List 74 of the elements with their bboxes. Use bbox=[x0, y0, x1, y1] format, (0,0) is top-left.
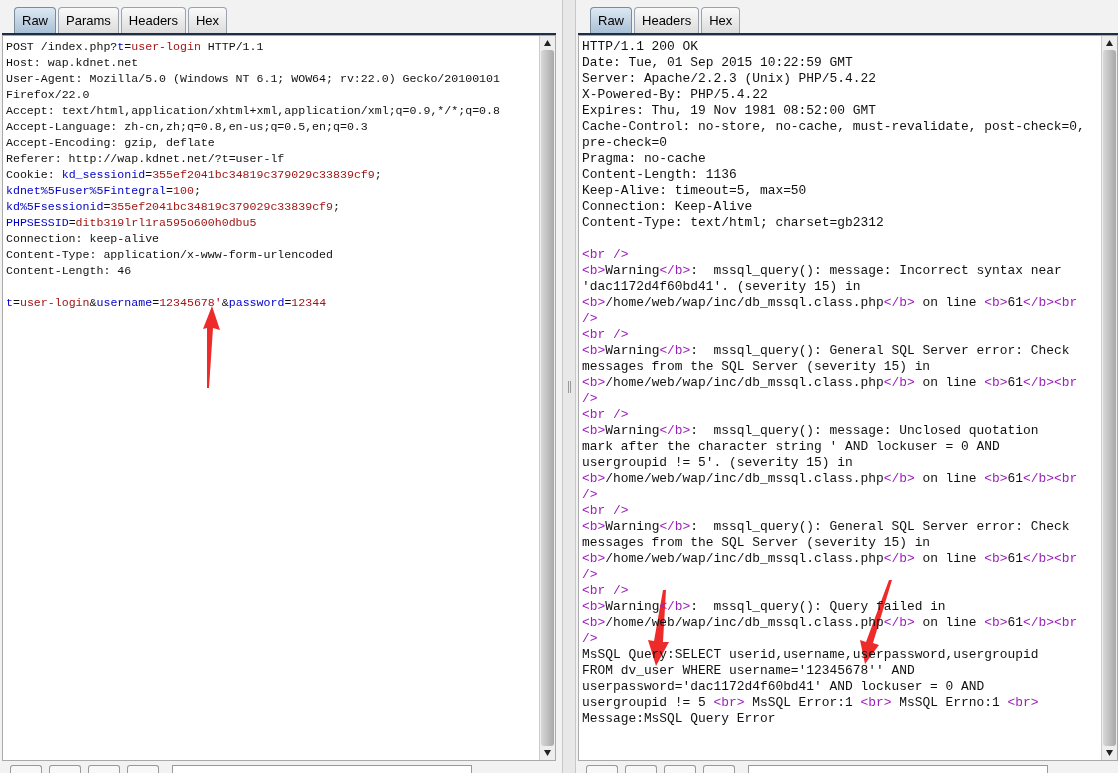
toolbar-button[interactable] bbox=[586, 765, 618, 773]
code-line: Firefox/22.0 bbox=[6, 87, 91, 103]
code-line: <b>Warning</b>: mssql_query(): message: Unclosed quotation bbox=[582, 423, 1040, 439]
code-line: Connection: Keep-Alive bbox=[582, 199, 754, 215]
toolbar-button[interactable] bbox=[127, 765, 159, 773]
code-line: <b>/home/web/wap/inc/db_mssql.class.php</b> on line <b>61</b><br bbox=[582, 551, 1079, 567]
code-line: Cookie: kd_sessionid=355ef2041bc34819c379029c33839cf9; bbox=[6, 167, 383, 183]
code-line: Date: Tue, 01 Sep 2015 10:22:59 GMT bbox=[582, 55, 854, 71]
search-field[interactable] bbox=[748, 765, 1048, 773]
code-line: Cache-Control: no-store, no-cache, must-revalidate, post-check=0, bbox=[582, 119, 1086, 135]
code-line: Content-Type: application/x-www-form-urlencoded bbox=[6, 247, 334, 263]
tab[interactable]: Hex bbox=[187, 7, 228, 33]
code-line: usergroupid != 5'. (severity 15) in bbox=[582, 455, 854, 471]
code-line: kdnet%5Fuser%5Fintegral=100; bbox=[6, 183, 202, 199]
tab[interactable]: Hex bbox=[701, 7, 741, 33]
code-line: Expires: Thu, 19 Nov 1981 08:52:00 GMT bbox=[582, 103, 877, 119]
code-line: <b>/home/web/wap/inc/db_mssql.class.php</b> on line <b>61</b><br bbox=[582, 375, 1079, 391]
code-line: Server: Apache/2.2.3 (Unix) PHP/5.4.22 bbox=[582, 71, 877, 87]
code-line: FROM dv_user WHERE username='12345678'' AND bbox=[582, 663, 916, 679]
tab[interactable]: Params bbox=[58, 7, 119, 33]
code-line: Content-Length: 1136 bbox=[582, 167, 738, 183]
tab[interactable]: Headers bbox=[120, 7, 186, 33]
code-line: Content-Length: 46 bbox=[6, 263, 133, 279]
code-line: <br /> bbox=[582, 583, 630, 599]
code-line: <br /> bbox=[582, 247, 630, 263]
toolbar-button[interactable] bbox=[664, 765, 696, 773]
code-line: Accept-Language: zh-cn,zh;q=0.8,en-us;q=0.5,en;q=0.3 bbox=[6, 119, 369, 135]
code-line: Referer: http://wap.kdnet.net/?t=user-lf bbox=[6, 151, 286, 167]
code-line: /> bbox=[582, 567, 599, 583]
code-line: mark after the character string ' AND lockuser = 0 AND bbox=[582, 439, 1001, 455]
toolbar-button[interactable] bbox=[49, 765, 81, 773]
code-line: Message:MsSQL Query Error bbox=[582, 711, 777, 727]
code-line: Content-Type: text/html; charset=gb2312 bbox=[582, 215, 885, 231]
code-line: <br /> bbox=[582, 503, 630, 519]
code-line: <b>/home/web/wap/inc/db_mssql.class.php</b> on line <b>61</b><br bbox=[582, 295, 1079, 311]
code-line: 'dac1172d4f60bd41'. (severity 15) in bbox=[582, 279, 862, 295]
code-line: t=user-login&username=12345678'&password=12344 bbox=[6, 295, 328, 311]
scrollbar[interactable] bbox=[539, 36, 555, 760]
code-line: Accept-Encoding: gzip, deflate bbox=[6, 135, 216, 151]
code-line: X-Powered-By: PHP/5.4.22 bbox=[582, 87, 769, 103]
code-line: /> bbox=[582, 391, 599, 407]
code-line: /> bbox=[582, 311, 599, 327]
tab[interactable]: Raw bbox=[590, 7, 632, 33]
code-line: Keep-Alive: timeout=5, max=50 bbox=[582, 183, 808, 199]
code-line: pre-check=0 bbox=[582, 135, 669, 151]
code-line: userpassword='dac1172d4f60bd41' AND lockuser = 0 AND bbox=[582, 679, 986, 695]
scrollbar[interactable] bbox=[1101, 36, 1117, 760]
toolbar-button[interactable] bbox=[88, 765, 120, 773]
code-line: PHPSESSID=ditb319lrl1ra595o600h0dbu5 bbox=[6, 215, 258, 231]
search-field[interactable] bbox=[172, 765, 472, 773]
code-line: <b>Warning</b>: mssql_query(): message: Incorrect syntax near bbox=[582, 263, 1063, 279]
code-line: Host: wap.kdnet.net bbox=[6, 55, 140, 71]
toolbar-button[interactable] bbox=[10, 765, 42, 773]
code-line: /> bbox=[582, 631, 599, 647]
code-line: Connection: keep-alive bbox=[6, 231, 161, 247]
code-line: User-Agent: Mozilla/5.0 (Windows NT 6.1; WOW64; rv:22.0) Gecko/20100101 bbox=[6, 71, 501, 87]
tab[interactable]: Raw bbox=[14, 7, 56, 33]
toolbar-button[interactable] bbox=[625, 765, 657, 773]
code-line: kd%5Fsessionid=355ef2041bc34819c379029c33839cf9; bbox=[6, 199, 341, 215]
code-line: HTTP/1.1 200 OK bbox=[582, 39, 700, 55]
code-line: Pragma: no-cache bbox=[582, 151, 707, 167]
code-line: messages from the SQL Server (severity 15) in bbox=[582, 535, 932, 551]
code-line: <br /> bbox=[582, 407, 630, 423]
code-line: usergroupid != 5 <br> MsSQL Error:1 <br> MsSQL Errno:1 <br> bbox=[582, 695, 1040, 711]
code-line: /> bbox=[582, 487, 599, 503]
code-line: <b>Warning</b>: mssql_query(): General SQL Server error: Check bbox=[582, 519, 1071, 535]
code-line: messages from the SQL Server (severity 15) in bbox=[582, 359, 932, 375]
code-line: <br /> bbox=[582, 327, 630, 343]
code-line: <b>Warning</b>: mssql_query(): General SQL Server error: Check bbox=[582, 343, 1071, 359]
code-line: Accept: text/html,application/xhtml+xml,application/xml;q=0.9,*/*;q=0.8 bbox=[6, 103, 501, 119]
toolbar-button[interactable] bbox=[703, 765, 735, 773]
tab[interactable]: Headers bbox=[634, 7, 700, 33]
code-line: <b>/home/web/wap/inc/db_mssql.class.php</b> on line <b>61</b><br bbox=[582, 471, 1079, 487]
code-line: POST /index.php?t=user-login HTTP/1.1 bbox=[6, 39, 265, 55]
